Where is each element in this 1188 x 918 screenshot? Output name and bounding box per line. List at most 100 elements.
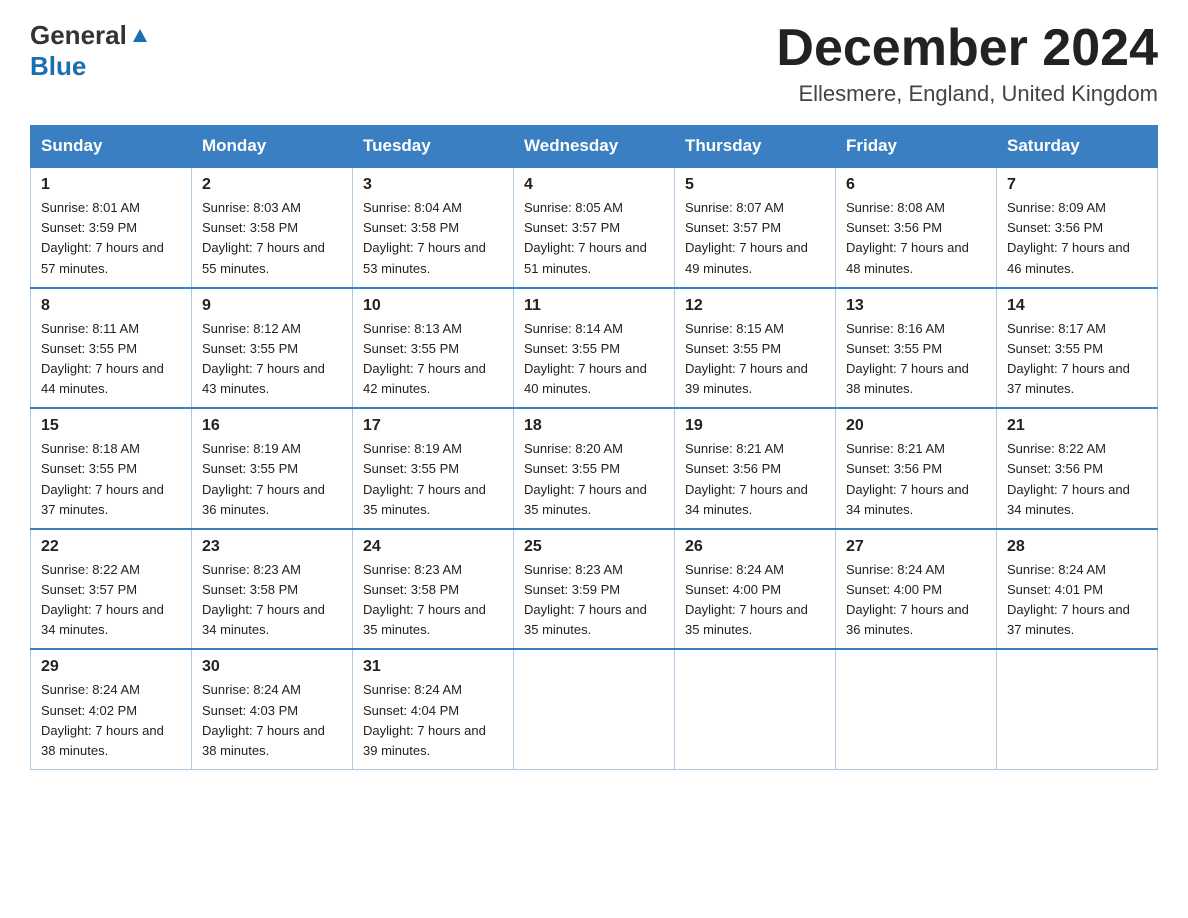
day-info: Sunrise: 8:24 AMSunset: 4:03 PMDaylight:… [202, 682, 325, 757]
table-row: 9 Sunrise: 8:12 AMSunset: 3:55 PMDayligh… [192, 288, 353, 409]
table-row: 16 Sunrise: 8:19 AMSunset: 3:55 PMDaylig… [192, 408, 353, 529]
day-info: Sunrise: 8:07 AMSunset: 3:57 PMDaylight:… [685, 200, 808, 275]
day-number: 16 [202, 417, 342, 435]
page-subtitle: Ellesmere, England, United Kingdom [776, 81, 1158, 107]
col-monday: Monday [192, 126, 353, 168]
day-number: 8 [41, 297, 181, 315]
table-row: 7 Sunrise: 8:09 AMSunset: 3:56 PMDayligh… [997, 167, 1158, 288]
day-number: 13 [846, 297, 986, 315]
table-row: 19 Sunrise: 8:21 AMSunset: 3:56 PMDaylig… [675, 408, 836, 529]
table-row: 23 Sunrise: 8:23 AMSunset: 3:58 PMDaylig… [192, 529, 353, 650]
day-number: 21 [1007, 417, 1147, 435]
table-row: 3 Sunrise: 8:04 AMSunset: 3:58 PMDayligh… [353, 167, 514, 288]
day-number: 18 [524, 417, 664, 435]
day-info: Sunrise: 8:11 AMSunset: 3:55 PMDaylight:… [41, 321, 164, 396]
day-info: Sunrise: 8:18 AMSunset: 3:55 PMDaylight:… [41, 441, 164, 516]
day-info: Sunrise: 8:05 AMSunset: 3:57 PMDaylight:… [524, 200, 647, 275]
table-row: 6 Sunrise: 8:08 AMSunset: 3:56 PMDayligh… [836, 167, 997, 288]
day-info: Sunrise: 8:13 AMSunset: 3:55 PMDaylight:… [363, 321, 486, 396]
day-info: Sunrise: 8:21 AMSunset: 3:56 PMDaylight:… [846, 441, 969, 516]
calendar-week-row: 22 Sunrise: 8:22 AMSunset: 3:57 PMDaylig… [31, 529, 1158, 650]
table-row: 14 Sunrise: 8:17 AMSunset: 3:55 PMDaylig… [997, 288, 1158, 409]
logo-triangle-icon [129, 24, 151, 46]
table-row: 13 Sunrise: 8:16 AMSunset: 3:55 PMDaylig… [836, 288, 997, 409]
table-row: 15 Sunrise: 8:18 AMSunset: 3:55 PMDaylig… [31, 408, 192, 529]
col-friday: Friday [836, 126, 997, 168]
day-info: Sunrise: 8:22 AMSunset: 3:57 PMDaylight:… [41, 562, 164, 637]
table-row: 8 Sunrise: 8:11 AMSunset: 3:55 PMDayligh… [31, 288, 192, 409]
day-info: Sunrise: 8:17 AMSunset: 3:55 PMDaylight:… [1007, 321, 1130, 396]
table-row: 5 Sunrise: 8:07 AMSunset: 3:57 PMDayligh… [675, 167, 836, 288]
table-row: 31 Sunrise: 8:24 AMSunset: 4:04 PMDaylig… [353, 649, 514, 769]
calendar-table: Sunday Monday Tuesday Wednesday Thursday… [30, 125, 1158, 770]
day-number: 9 [202, 297, 342, 315]
day-info: Sunrise: 8:12 AMSunset: 3:55 PMDaylight:… [202, 321, 325, 396]
day-info: Sunrise: 8:04 AMSunset: 3:58 PMDaylight:… [363, 200, 486, 275]
table-row: 11 Sunrise: 8:14 AMSunset: 3:55 PMDaylig… [514, 288, 675, 409]
page-title: December 2024 [776, 20, 1158, 77]
day-number: 27 [846, 538, 986, 556]
day-info: Sunrise: 8:23 AMSunset: 3:58 PMDaylight:… [202, 562, 325, 637]
table-row: 30 Sunrise: 8:24 AMSunset: 4:03 PMDaylig… [192, 649, 353, 769]
table-row: 17 Sunrise: 8:19 AMSunset: 3:55 PMDaylig… [353, 408, 514, 529]
day-number: 3 [363, 176, 503, 194]
day-number: 24 [363, 538, 503, 556]
day-number: 1 [41, 176, 181, 194]
day-number: 19 [685, 417, 825, 435]
day-info: Sunrise: 8:01 AMSunset: 3:59 PMDaylight:… [41, 200, 164, 275]
day-number: 22 [41, 538, 181, 556]
day-info: Sunrise: 8:24 AMSunset: 4:04 PMDaylight:… [363, 682, 486, 757]
day-number: 10 [363, 297, 503, 315]
day-number: 4 [524, 176, 664, 194]
day-info: Sunrise: 8:08 AMSunset: 3:56 PMDaylight:… [846, 200, 969, 275]
table-row: 12 Sunrise: 8:15 AMSunset: 3:55 PMDaylig… [675, 288, 836, 409]
col-wednesday: Wednesday [514, 126, 675, 168]
day-number: 6 [846, 176, 986, 194]
day-number: 29 [41, 658, 181, 676]
calendar-week-row: 15 Sunrise: 8:18 AMSunset: 3:55 PMDaylig… [31, 408, 1158, 529]
table-row [514, 649, 675, 769]
day-number: 20 [846, 417, 986, 435]
day-info: Sunrise: 8:09 AMSunset: 3:56 PMDaylight:… [1007, 200, 1130, 275]
day-info: Sunrise: 8:15 AMSunset: 3:55 PMDaylight:… [685, 321, 808, 396]
table-row: 26 Sunrise: 8:24 AMSunset: 4:00 PMDaylig… [675, 529, 836, 650]
col-tuesday: Tuesday [353, 126, 514, 168]
day-info: Sunrise: 8:19 AMSunset: 3:55 PMDaylight:… [363, 441, 486, 516]
col-thursday: Thursday [675, 126, 836, 168]
table-row [836, 649, 997, 769]
day-number: 15 [41, 417, 181, 435]
table-row: 2 Sunrise: 8:03 AMSunset: 3:58 PMDayligh… [192, 167, 353, 288]
table-row: 25 Sunrise: 8:23 AMSunset: 3:59 PMDaylig… [514, 529, 675, 650]
day-number: 28 [1007, 538, 1147, 556]
day-number: 17 [363, 417, 503, 435]
day-info: Sunrise: 8:16 AMSunset: 3:55 PMDaylight:… [846, 321, 969, 396]
day-info: Sunrise: 8:23 AMSunset: 3:58 PMDaylight:… [363, 562, 486, 637]
table-row: 29 Sunrise: 8:24 AMSunset: 4:02 PMDaylig… [31, 649, 192, 769]
table-row: 4 Sunrise: 8:05 AMSunset: 3:57 PMDayligh… [514, 167, 675, 288]
table-row: 1 Sunrise: 8:01 AMSunset: 3:59 PMDayligh… [31, 167, 192, 288]
day-info: Sunrise: 8:21 AMSunset: 3:56 PMDaylight:… [685, 441, 808, 516]
day-info: Sunrise: 8:24 AMSunset: 4:02 PMDaylight:… [41, 682, 164, 757]
table-row: 22 Sunrise: 8:22 AMSunset: 3:57 PMDaylig… [31, 529, 192, 650]
logo: General Blue [30, 20, 151, 82]
day-number: 23 [202, 538, 342, 556]
day-number: 14 [1007, 297, 1147, 315]
day-info: Sunrise: 8:24 AMSunset: 4:00 PMDaylight:… [685, 562, 808, 637]
table-row: 21 Sunrise: 8:22 AMSunset: 3:56 PMDaylig… [997, 408, 1158, 529]
page-header: General Blue December 2024 Ellesmere, En… [30, 20, 1158, 107]
table-row: 27 Sunrise: 8:24 AMSunset: 4:00 PMDaylig… [836, 529, 997, 650]
day-number: 12 [685, 297, 825, 315]
table-row: 20 Sunrise: 8:21 AMSunset: 3:56 PMDaylig… [836, 408, 997, 529]
day-number: 5 [685, 176, 825, 194]
day-info: Sunrise: 8:03 AMSunset: 3:58 PMDaylight:… [202, 200, 325, 275]
calendar-week-row: 8 Sunrise: 8:11 AMSunset: 3:55 PMDayligh… [31, 288, 1158, 409]
day-info: Sunrise: 8:14 AMSunset: 3:55 PMDaylight:… [524, 321, 647, 396]
day-info: Sunrise: 8:24 AMSunset: 4:01 PMDaylight:… [1007, 562, 1130, 637]
calendar-week-row: 1 Sunrise: 8:01 AMSunset: 3:59 PMDayligh… [31, 167, 1158, 288]
day-info: Sunrise: 8:19 AMSunset: 3:55 PMDaylight:… [202, 441, 325, 516]
calendar-week-row: 29 Sunrise: 8:24 AMSunset: 4:02 PMDaylig… [31, 649, 1158, 769]
title-area: December 2024 Ellesmere, England, United… [776, 20, 1158, 107]
day-info: Sunrise: 8:23 AMSunset: 3:59 PMDaylight:… [524, 562, 647, 637]
day-number: 2 [202, 176, 342, 194]
table-row: 10 Sunrise: 8:13 AMSunset: 3:55 PMDaylig… [353, 288, 514, 409]
